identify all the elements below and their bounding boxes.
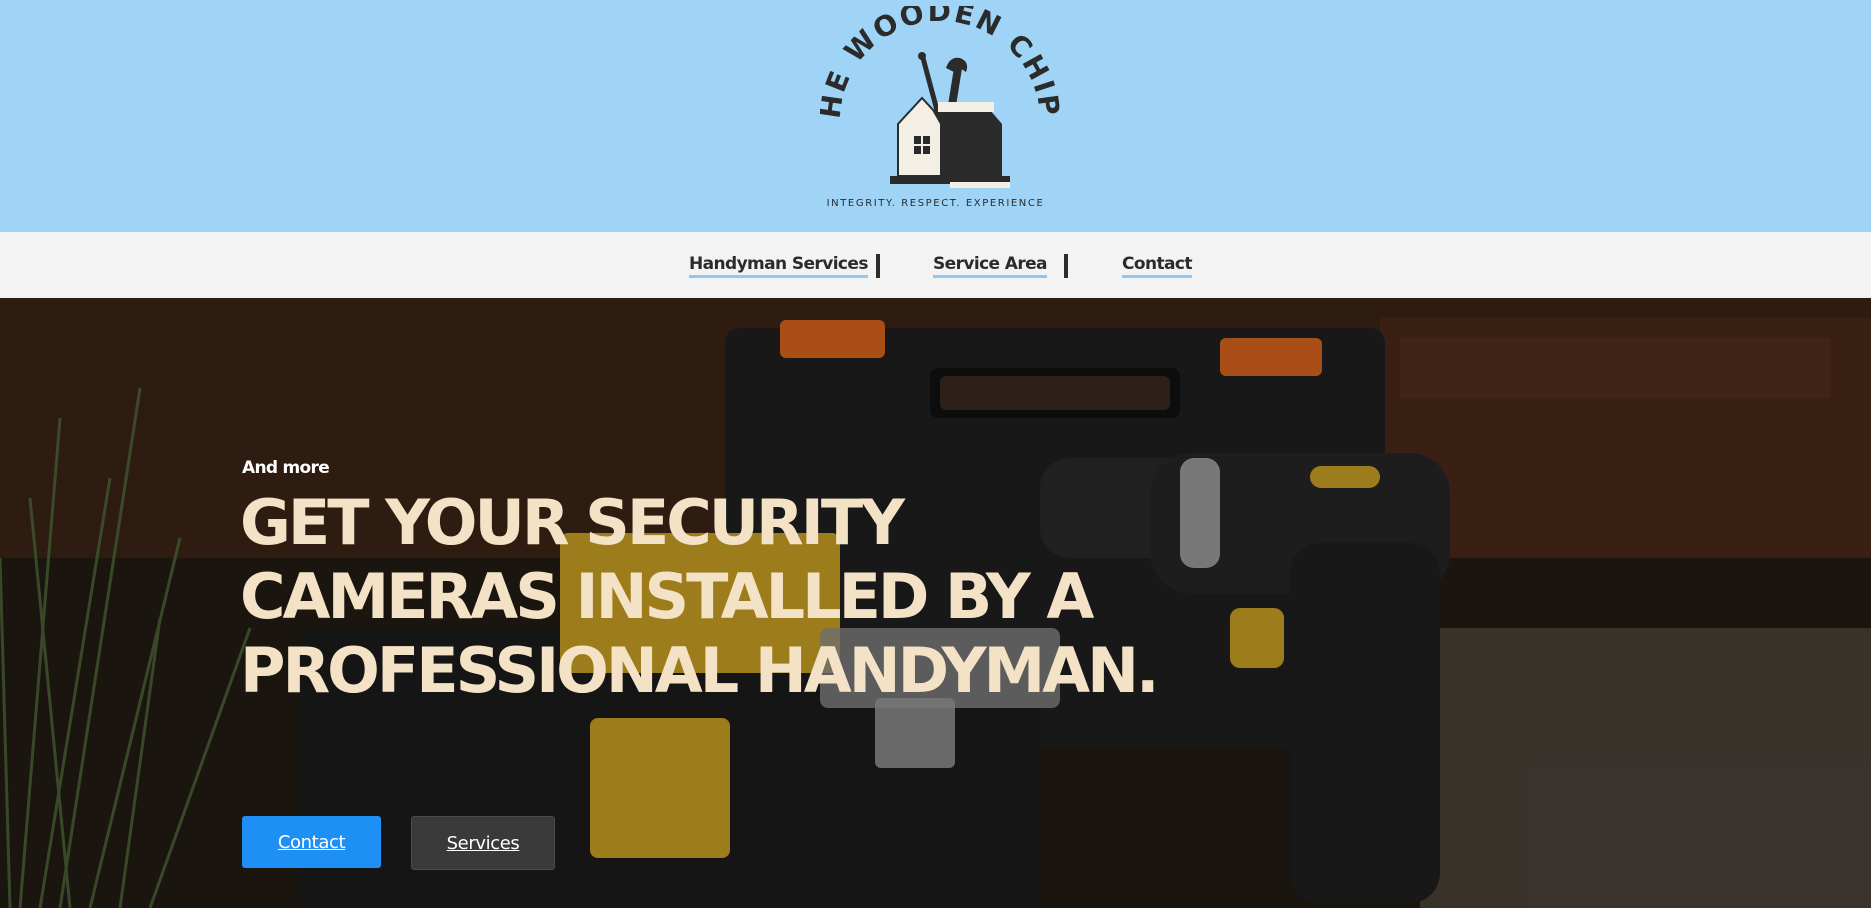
nav-link-contact[interactable]: Contact	[1122, 254, 1192, 278]
hero-eyebrow: And more	[242, 458, 330, 478]
nav-link-service-area[interactable]: Service Area	[933, 254, 1048, 278]
nav-link-handyman-services[interactable]: Handyman Services	[689, 254, 868, 278]
nav-separator	[876, 254, 880, 278]
contact-button[interactable]: Contact	[242, 816, 381, 868]
hero-headline: GET YOUR SECURITY CAMERAS INSTALLED BY A…	[240, 486, 1160, 707]
services-button[interactable]: Services	[411, 816, 555, 870]
brand-tagline: INTEGRITY. RESPECT. EXPERIENCE	[826, 198, 1045, 209]
main-navigation: Handyman Services Service Area Contact	[0, 232, 1871, 298]
site-logo[interactable]: THE WOODEN CHIPS	[820, 6, 1060, 206]
site-header: THE WOODEN CHIPS INTEGRITY. RESPECT. EXP…	[0, 0, 1871, 232]
nav-separator	[1064, 254, 1068, 278]
hero-section: And more GET YOUR SECURITY CAMERAS INSTA…	[0, 298, 1871, 908]
